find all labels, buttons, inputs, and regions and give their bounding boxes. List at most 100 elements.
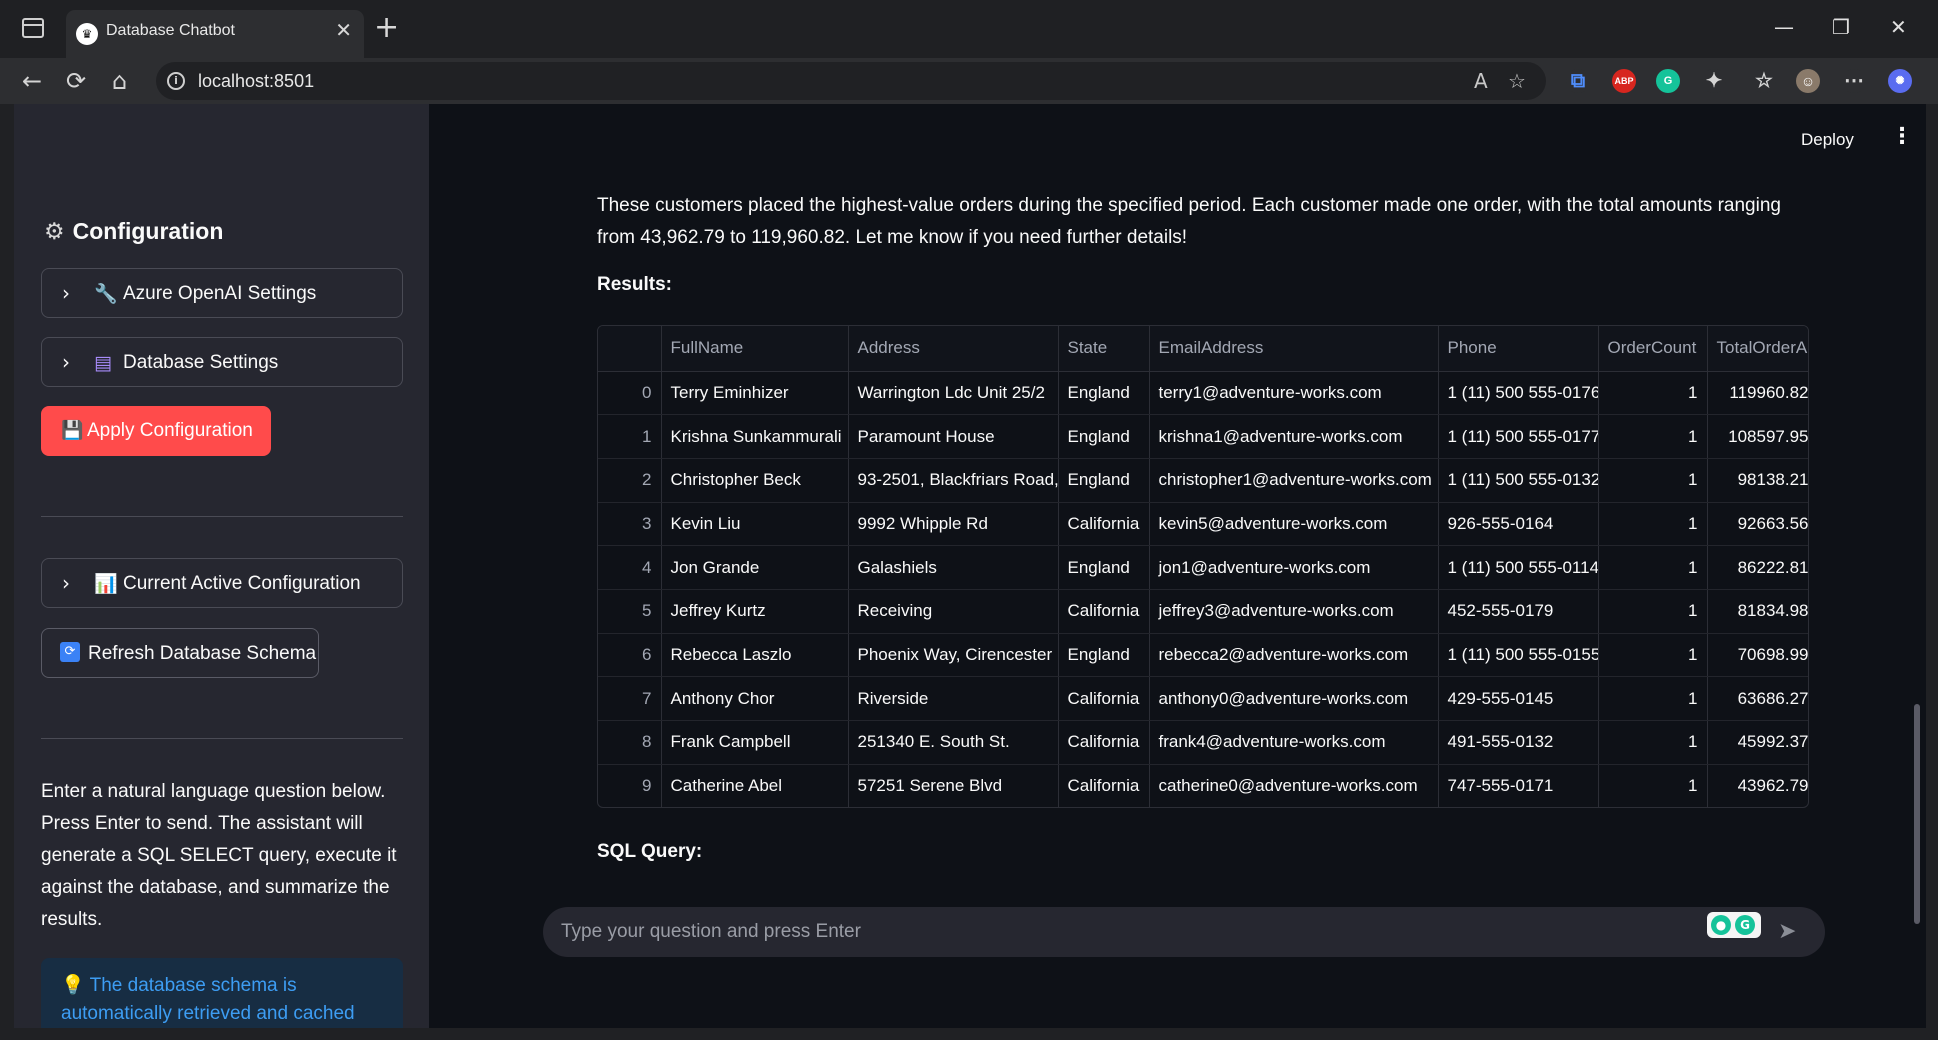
adblock-extension-icon[interactable]: ABP xyxy=(1612,69,1636,93)
table-cell[interactable]: 57251 Serene Blvd xyxy=(848,764,1059,807)
table-cell[interactable]: Jon Grande xyxy=(661,545,849,590)
table-row[interactable]: 2 Christopher Beck 93-2501, Blackfriars Ro… xyxy=(598,458,1808,503)
table-row[interactable]: 1 Krishna Sunkammurali Paramount House Engl… xyxy=(598,414,1808,459)
table-cell[interactable]: 119960.82 xyxy=(1707,371,1808,416)
table-cell[interactable]: 92663.56 xyxy=(1707,502,1808,547)
grammarly-suggest-icon[interactable]: ● xyxy=(1711,915,1731,935)
table-cell[interactable]: 98138.21 xyxy=(1707,458,1808,503)
read-aloud-icon[interactable]: A xyxy=(1474,68,1488,94)
table-cell[interactable]: Catherine Abel xyxy=(661,764,849,807)
table-row[interactable]: 6 Rebecca Laszlo Phoenix Way, Cirencester E… xyxy=(598,633,1808,678)
row-index[interactable]: 1 xyxy=(598,414,662,459)
address-bar[interactable]: i localhost:8501 A ☆ xyxy=(156,62,1546,100)
row-index[interactable]: 2 xyxy=(598,458,662,503)
table-cell[interactable]: anthony0@adventure-works.com xyxy=(1149,676,1439,721)
table-cell[interactable]: 452-555-0179 xyxy=(1438,589,1599,634)
column-header[interactable]: FullName xyxy=(661,326,849,372)
profile-avatar[interactable]: ☺ xyxy=(1796,69,1820,93)
table-cell[interactable]: Receiving xyxy=(848,589,1059,634)
table-cell[interactable]: 86222.81 xyxy=(1707,545,1808,590)
table-cell[interactable]: christopher1@adventure-works.com xyxy=(1149,458,1439,503)
row-index[interactable]: 6 xyxy=(598,633,662,678)
tab-close-icon[interactable]: ✕ xyxy=(335,19,352,41)
table-cell[interactable]: Christopher Beck xyxy=(661,458,849,503)
table-cell[interactable]: 45992.37 xyxy=(1707,720,1808,765)
table-cell[interactable]: Jeffrey Kurtz xyxy=(661,589,849,634)
table-cell[interactable]: 1 xyxy=(1598,764,1708,807)
table-cell[interactable]: 1 (11) 500 555-0114 xyxy=(1438,545,1599,590)
table-cell[interactable]: California xyxy=(1058,502,1150,547)
column-header[interactable]: EmailAddress xyxy=(1149,326,1439,372)
table-cell[interactable]: 1 (11) 500 555-0155 xyxy=(1438,633,1599,678)
chat-input[interactable]: ● G ➤ xyxy=(543,907,1825,957)
row-index[interactable]: 4 xyxy=(598,545,662,590)
database-settings-expander[interactable]: › ▤ Database Settings xyxy=(41,337,403,387)
table-cell[interactable]: Phoenix Way, Cirencester xyxy=(848,633,1059,678)
table-cell[interactable]: 81834.98 xyxy=(1707,589,1808,634)
table-cell[interactable]: kevin5@adventure-works.com xyxy=(1149,502,1439,547)
table-cell[interactable]: frank4@adventure-works.com xyxy=(1149,720,1439,765)
table-cell[interactable]: jon1@adventure-works.com xyxy=(1149,545,1439,590)
table-cell[interactable]: 1 xyxy=(1598,458,1708,503)
extensions-puzzle-icon[interactable]: ✦ xyxy=(1702,69,1726,93)
table-cell[interactable]: 429-555-0145 xyxy=(1438,676,1599,721)
table-cell[interactable]: rebecca2@adventure-works.com xyxy=(1149,633,1439,678)
favorites-icon[interactable]: ☆ xyxy=(1752,69,1776,93)
row-index[interactable]: 8 xyxy=(598,720,662,765)
column-header[interactable]: Address xyxy=(848,326,1059,372)
close-window-button[interactable]: ✕ xyxy=(1890,14,1907,40)
site-info-icon[interactable]: i xyxy=(167,72,185,90)
page-scrollbar[interactable] xyxy=(1914,704,1920,924)
table-cell[interactable]: 9992 Whipple Rd xyxy=(848,502,1059,547)
table-cell[interactable]: Warrington Ldc Unit 25/2 xyxy=(848,371,1059,416)
table-cell[interactable]: 1 xyxy=(1598,633,1708,678)
table-cell[interactable]: 747-555-0171 xyxy=(1438,764,1599,807)
grammarly-icon[interactable]: G xyxy=(1735,915,1755,935)
table-row[interactable]: 4 Jon Grande Galashiels England jon1@adventu… xyxy=(598,545,1808,590)
browser-tab[interactable]: ♛ Database Chatbot ✕ xyxy=(66,10,364,58)
reload-icon[interactable]: ⟳ xyxy=(66,66,86,96)
grammarly-widget[interactable]: ● G xyxy=(1707,912,1761,938)
table-cell[interactable]: catherine0@adventure-works.com xyxy=(1149,764,1439,807)
table-cell[interactable]: 926-555-0164 xyxy=(1438,502,1599,547)
table-cell[interactable]: California xyxy=(1058,676,1150,721)
table-cell[interactable]: California xyxy=(1058,589,1150,634)
column-header[interactable] xyxy=(598,326,662,372)
table-cell[interactable]: 1 (11) 500 555-0132 xyxy=(1438,458,1599,503)
crop-extension-icon[interactable]: ⧉ xyxy=(1566,69,1590,93)
table-cell[interactable]: 1 xyxy=(1598,589,1708,634)
row-index[interactable]: 7 xyxy=(598,676,662,721)
table-cell[interactable]: California xyxy=(1058,720,1150,765)
table-cell[interactable]: 1 xyxy=(1598,676,1708,721)
table-cell[interactable]: Kevin Liu xyxy=(661,502,849,547)
new-tab-button[interactable]: + xyxy=(374,13,399,43)
table-cell[interactable]: 1 xyxy=(1598,414,1708,459)
table-cell[interactable]: England xyxy=(1058,414,1150,459)
table-cell[interactable]: 1 xyxy=(1598,502,1708,547)
row-index[interactable]: 3 xyxy=(598,502,662,547)
table-cell[interactable]: 108597.95 xyxy=(1707,414,1808,459)
table-row[interactable]: 7 Anthony Chor Riverside California anthony0… xyxy=(598,676,1808,721)
table-cell[interactable]: krishna1@adventure-works.com xyxy=(1149,414,1439,459)
table-row[interactable]: 3 Kevin Liu 9992 Whipple Rd California kevin… xyxy=(598,502,1808,547)
table-cell[interactable]: Frank Campbell xyxy=(661,720,849,765)
table-row[interactable]: 9 Catherine Abel 57251 Serene Blvd Californ… xyxy=(598,764,1808,807)
table-cell[interactable]: England xyxy=(1058,633,1150,678)
table-cell[interactable]: California xyxy=(1058,764,1150,807)
grammarly-extension-icon[interactable]: G xyxy=(1656,69,1680,93)
table-cell[interactable]: 251340 E. South St. xyxy=(848,720,1059,765)
more-menu-icon[interactable]: ⋯ xyxy=(1842,69,1866,93)
table-cell[interactable]: 93-2501, Blackfriars Road, xyxy=(848,458,1059,503)
chat-input-field[interactable] xyxy=(561,917,1711,947)
azure-settings-expander[interactable]: › 🔧 Azure OpenAI Settings xyxy=(41,268,403,318)
table-row[interactable]: 0 Terry Eminhizer Warrington Ldc Unit 25/2… xyxy=(598,371,1808,416)
table-cell[interactable]: 1 xyxy=(1598,545,1708,590)
table-row[interactable]: 5 Jeffrey Kurtz Receiving California jeffrey… xyxy=(598,589,1808,634)
table-cell[interactable]: 1 (11) 500 555-0177 xyxy=(1438,414,1599,459)
table-cell[interactable]: Paramount House xyxy=(848,414,1059,459)
favorite-star-icon[interactable]: ☆ xyxy=(1508,68,1526,94)
url-text[interactable]: localhost:8501 xyxy=(198,69,314,93)
table-cell[interactable]: 1 xyxy=(1598,720,1708,765)
table-cell[interactable]: Galashiels xyxy=(848,545,1059,590)
table-cell[interactable]: England xyxy=(1058,458,1150,503)
